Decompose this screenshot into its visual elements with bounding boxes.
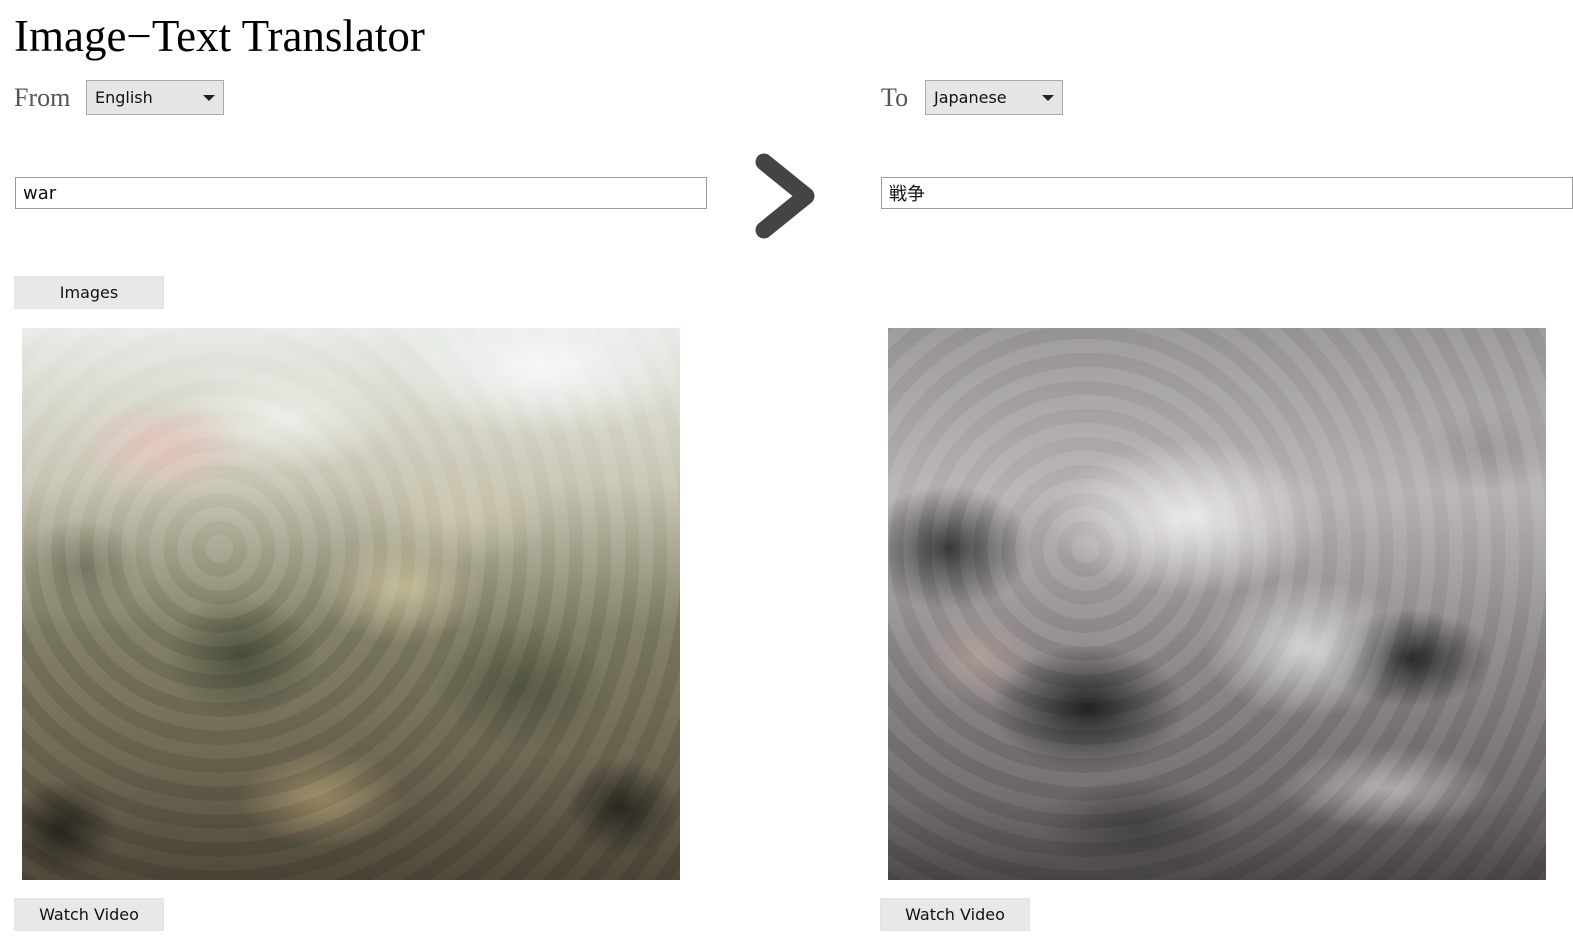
caret-down-icon [203, 95, 215, 101]
from-label: From [14, 83, 71, 112]
from-language-value: English [95, 88, 153, 107]
watch-video-button-right[interactable]: Watch Video [880, 898, 1030, 931]
translated-text-output[interactable] [881, 177, 1573, 209]
caret-down-icon [1042, 95, 1054, 101]
chevron-right-icon[interactable] [752, 150, 818, 242]
watch-video-button-left[interactable]: Watch Video [14, 898, 164, 931]
to-label: To [881, 83, 909, 112]
to-language-select[interactable]: Japanese [925, 80, 1063, 115]
page-title: Image−Text Translator [14, 11, 425, 61]
app-window: Image−Text Translator From English To Ja… [0, 0, 1573, 949]
source-image [22, 328, 680, 880]
translated-image [888, 328, 1546, 880]
source-text-input[interactable] [15, 177, 707, 209]
images-button[interactable]: Images [14, 276, 164, 309]
from-language-select[interactable]: English [86, 80, 224, 115]
to-language-value: Japanese [934, 88, 1007, 107]
